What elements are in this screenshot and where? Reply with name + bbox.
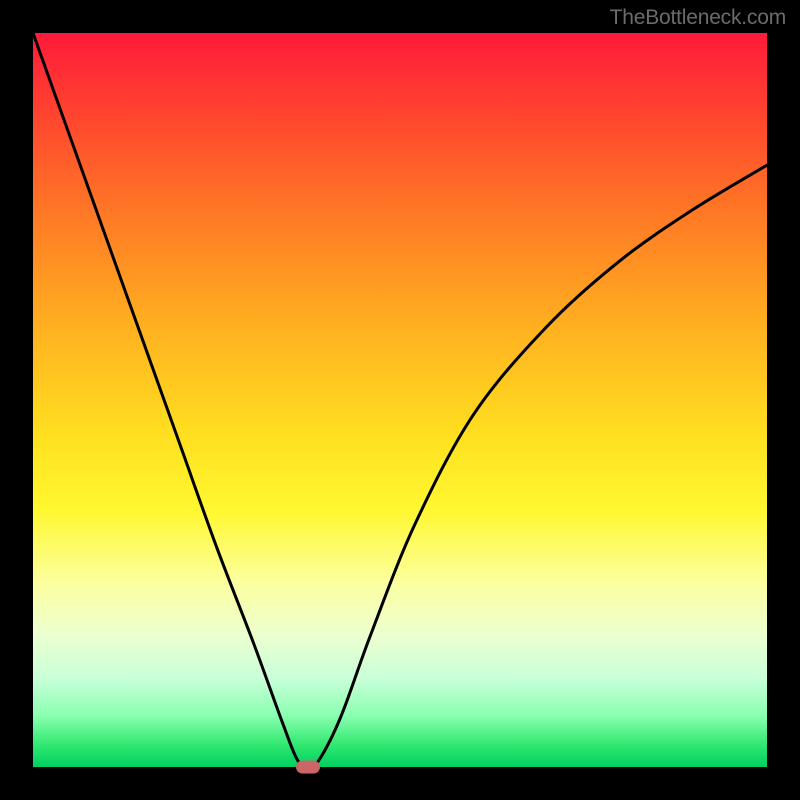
optimal-point-marker [296,761,320,774]
chart-frame [33,33,767,767]
watermark-text: TheBottleneck.com [610,6,786,30]
curve-svg [33,33,767,767]
bottleneck-curve [33,33,767,767]
